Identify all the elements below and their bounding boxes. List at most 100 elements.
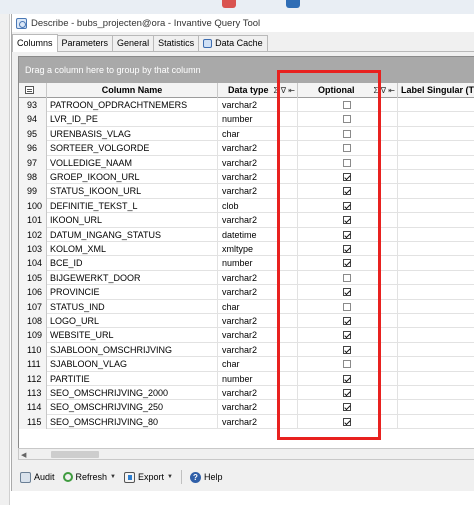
table-row[interactable]: 93 PATROON_OPDRACHTNEMERS varchar2 [19, 98, 474, 113]
row-number[interactable]: 111 [19, 357, 47, 372]
export-button[interactable]: Export ▼ [123, 471, 173, 483]
column-name-cell[interactable]: IKOON_URL [47, 213, 218, 228]
table-row[interactable]: 100 DEFINITIE_TEKST_L clob [19, 198, 474, 214]
label-singular-cell[interactable] [398, 98, 474, 112]
row-number[interactable]: 101 [19, 213, 47, 228]
row-number[interactable]: 114 [19, 400, 47, 415]
column-name-cell[interactable]: SEO_OMSCHRIJVING_80 [47, 414, 218, 430]
label-singular-cell[interactable] [398, 285, 474, 299]
table-row[interactable]: 111 SJABLOON_VLAG char [19, 357, 474, 372]
audit-button[interactable]: Audit [20, 471, 55, 483]
row-number[interactable]: 104 [19, 256, 47, 271]
label-singular-cell[interactable] [398, 357, 474, 371]
label-singular-cell[interactable] [398, 343, 474, 357]
row-number[interactable]: 107 [19, 299, 47, 314]
label-singular-cell[interactable] [398, 271, 474, 285]
label-singular-cell[interactable] [398, 328, 474, 342]
column-name-cell[interactable]: STATUS_IND [47, 299, 218, 314]
tab-data-cache[interactable]: Data Cache [198, 35, 268, 51]
label-singular-cell[interactable] [398, 112, 474, 126]
table-row[interactable]: 109 WEBSITE_URL varchar2 [19, 328, 474, 343]
column-chooser-icon[interactable] [25, 86, 34, 94]
label-singular-cell[interactable] [398, 372, 474, 386]
table-row[interactable]: 106 PROVINCIE varchar2 [19, 285, 474, 300]
table-row[interactable]: 102 DATUM_INGANG_STATUS datetime [19, 227, 474, 242]
row-number[interactable]: 115 [19, 414, 47, 430]
row-number[interactable]: 102 [19, 227, 47, 242]
table-row[interactable]: 112 PARTITIE number [19, 371, 474, 386]
column-name-cell[interactable]: PARTITIE [47, 371, 218, 386]
column-name-cell[interactable]: SEO_OMSCHRIJVING_2000 [47, 386, 218, 401]
column-name-cell[interactable]: PROVINCIE [47, 285, 218, 300]
label-singular-cell[interactable] [398, 386, 474, 400]
column-name-cell[interactable]: BCE_ID [47, 256, 218, 271]
row-number[interactable]: 96 [19, 141, 47, 156]
column-name-cell[interactable]: VOLLEDIGE_NAAM [47, 155, 218, 170]
label-singular-cell[interactable] [398, 300, 474, 314]
column-name-cell[interactable]: STATUS_IKOON_URL [47, 184, 218, 199]
label-singular-cell[interactable] [398, 314, 474, 328]
row-number[interactable]: 94 [19, 112, 47, 127]
row-number[interactable]: 103 [19, 242, 47, 257]
table-row[interactable]: 99 STATUS_IKOON_URL varchar2 [19, 184, 474, 199]
row-number[interactable]: 100 [19, 198, 47, 214]
table-row[interactable]: 103 KOLOM_XML xmltype [19, 242, 474, 257]
column-name-cell[interactable]: LOGO_URL [47, 314, 218, 329]
row-number[interactable]: 95 [19, 126, 47, 142]
label-singular-cell[interactable] [398, 242, 474, 256]
column-name-cell[interactable]: URENBASIS_VLAG [47, 126, 218, 142]
table-row[interactable]: 114 SEO_OMSCHRIJVING_250 varchar2 [19, 400, 474, 415]
row-number[interactable]: 106 [19, 285, 47, 300]
table-row[interactable]: 95 URENBASIS_VLAG char [19, 126, 474, 142]
column-name-cell[interactable]: SJABLOON_OMSCHRIJVING [47, 342, 218, 358]
horizontal-scrollbar[interactable]: ◀ [18, 448, 474, 460]
label-singular-cell[interactable] [398, 213, 474, 227]
table-row[interactable]: 113 SEO_OMSCHRIJVING_2000 varchar2 [19, 386, 474, 401]
row-number[interactable]: 97 [19, 155, 47, 170]
column-name-cell[interactable]: BIJGEWERKT_DOOR [47, 270, 218, 286]
table-row[interactable]: 110 SJABLOON_OMSCHRIJVING varchar2 [19, 342, 474, 358]
row-number[interactable]: 109 [19, 328, 47, 343]
row-number[interactable]: 112 [19, 371, 47, 386]
label-singular-cell[interactable] [398, 415, 474, 429]
label-singular-cell[interactable] [398, 156, 474, 170]
table-row[interactable]: 107 STATUS_IND char [19, 299, 474, 314]
header-column-name[interactable]: Column Name [47, 83, 218, 98]
label-singular-cell[interactable] [398, 228, 474, 242]
column-name-cell[interactable]: SORTEER_VOLGORDE [47, 141, 218, 156]
chevron-down-icon[interactable]: ▼ [167, 474, 173, 480]
column-name-cell[interactable]: SEO_OMSCHRIJVING_250 [47, 400, 218, 415]
table-row[interactable]: 97 VOLLEDIGE_NAAM varchar2 [19, 155, 474, 170]
column-name-cell[interactable]: GROEP_IKOON_URL [47, 170, 218, 185]
label-singular-cell[interactable] [398, 256, 474, 270]
table-row[interactable]: 108 LOGO_URL varchar2 [19, 314, 474, 329]
column-name-cell[interactable]: PATROON_OPDRACHTNEMERS [47, 98, 218, 113]
label-singular-cell[interactable] [398, 199, 474, 213]
scroll-left-icon[interactable]: ◀ [21, 451, 26, 459]
row-number[interactable]: 113 [19, 386, 47, 401]
row-number[interactable]: 105 [19, 270, 47, 286]
title-bar[interactable]: Describe - bubs_projecten@ora - Invantiv… [12, 14, 474, 32]
label-singular-cell[interactable] [398, 400, 474, 414]
column-name-cell[interactable]: WEBSITE_URL [47, 328, 218, 343]
table-row[interactable]: 98 GROEP_IKOON_URL varchar2 [19, 170, 474, 185]
row-number[interactable]: 110 [19, 342, 47, 358]
table-row[interactable]: 115 SEO_OMSCHRIJVING_80 varchar2 [19, 414, 474, 430]
column-name-cell[interactable]: DEFINITIE_TEKST_L [47, 198, 218, 214]
label-singular-cell[interactable] [398, 141, 474, 155]
refresh-button[interactable]: Refresh ▼ [62, 472, 116, 482]
row-number[interactable]: 99 [19, 184, 47, 199]
column-name-cell[interactable]: LVR_ID_PE [47, 112, 218, 127]
tab-statistics[interactable]: Statistics [153, 35, 200, 51]
group-by-panel[interactable]: Drag a column here to group by that colu… [19, 57, 474, 83]
help-button[interactable]: ? Help [189, 471, 222, 483]
tab-columns[interactable]: Columns [12, 34, 58, 52]
scrollbar-thumb[interactable] [51, 451, 99, 458]
chevron-down-icon[interactable]: ▼ [110, 474, 116, 480]
table-row[interactable]: 96 SORTEER_VOLGORDE varchar2 [19, 141, 474, 156]
row-number[interactable]: 93 [19, 98, 47, 113]
table-row[interactable]: 105 BIJGEWERKT_DOOR varchar2 [19, 270, 474, 286]
tab-general[interactable]: General [112, 35, 155, 51]
table-row[interactable]: 101 IKOON_URL varchar2 [19, 213, 474, 228]
column-name-cell[interactable]: DATUM_INGANG_STATUS [47, 227, 218, 242]
